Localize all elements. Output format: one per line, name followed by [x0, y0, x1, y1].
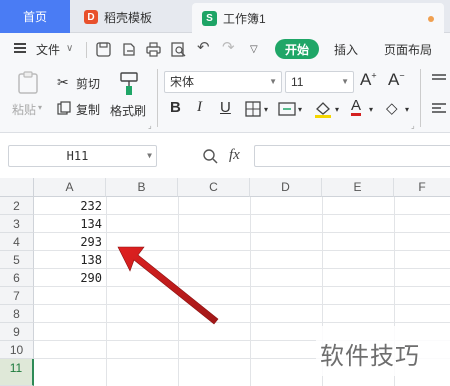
tab-workbook[interactable]: S 工作簿1	[192, 3, 444, 33]
format-painter-icon[interactable]	[118, 72, 140, 96]
row-header[interactable]: 7	[0, 287, 34, 305]
column-header-c[interactable]: C	[178, 178, 250, 197]
grid-line	[34, 322, 450, 323]
cut-button[interactable]: 剪切	[76, 75, 100, 92]
tab-start[interactable]: 开始	[275, 39, 319, 59]
watermark-text: 软件技巧	[320, 342, 420, 370]
export-icon[interactable]	[121, 42, 136, 57]
column-header-b[interactable]: B	[106, 178, 178, 197]
border-icon[interactable]	[245, 101, 261, 117]
row-header[interactable]: 10	[0, 341, 34, 359]
grid-line	[34, 304, 450, 305]
font-size-select[interactable]: 11 ▼	[285, 71, 354, 93]
print-icon[interactable]	[146, 42, 161, 57]
row-header[interactable]: 5	[0, 251, 34, 269]
merge-cells-icon[interactable]	[278, 101, 296, 117]
merge-dropdown-icon[interactable]: ▾	[298, 105, 302, 114]
clipboard-expand-icon[interactable]: ⌟	[148, 121, 152, 130]
tab-workbook-label: 工作簿1	[223, 11, 266, 26]
paste-icon[interactable]	[16, 71, 40, 95]
formula-bar: H11 ▼ fx	[0, 133, 450, 178]
undo-icon[interactable]: ↶	[197, 40, 210, 55]
menu-bar: 文件 ∨ ↶ ↷ ▽ 开始 插入 页面布局	[0, 33, 450, 65]
tab-docer[interactable]: D 稻壳模板	[72, 2, 190, 32]
print-preview-icon[interactable]	[171, 42, 186, 57]
ribbon-separator	[157, 69, 158, 127]
tab-page-layout[interactable]: 页面布局	[384, 41, 432, 58]
red-arrow-annotation	[117, 246, 219, 325]
chevron-down-icon: ▼	[269, 77, 277, 86]
tab-insert[interactable]: 插入	[334, 41, 358, 58]
row-header[interactable]: 6	[0, 269, 34, 287]
cut-icon[interactable]: ✂	[57, 74, 69, 91]
docer-logo-icon: D	[84, 10, 98, 24]
column-header-d[interactable]: D	[250, 178, 322, 197]
underline-button[interactable]: U	[220, 99, 231, 116]
spreadsheet-logo-icon: S	[202, 10, 217, 26]
tab-docer-label: 稻壳模板	[104, 10, 153, 25]
formula-input[interactable]	[254, 145, 450, 167]
font-expand-icon[interactable]: ⌟	[411, 121, 415, 130]
cell-a5[interactable]: 138	[34, 251, 106, 269]
cell-a4[interactable]: 293	[34, 233, 106, 251]
name-box[interactable]: H11 ▼	[8, 145, 157, 167]
tab-start-label: 开始	[284, 42, 309, 57]
paste-label[interactable]: 粘贴	[12, 101, 36, 118]
menu-hamburger-icon[interactable]	[14, 43, 26, 53]
chevron-down-icon[interactable]: ∨	[66, 42, 73, 56]
column-header-f[interactable]: F	[394, 178, 450, 197]
cell-a2[interactable]: 232	[34, 197, 106, 215]
clear-dropdown-icon[interactable]: ▾	[405, 105, 409, 114]
unsaved-dot-icon	[428, 16, 434, 22]
row-header[interactable]: 9	[0, 323, 34, 341]
row-header[interactable]: 3	[0, 215, 34, 233]
copy-button[interactable]: 复制	[76, 101, 100, 118]
chevron-down-icon: ▼	[147, 151, 152, 160]
name-box-value: H11	[66, 149, 89, 163]
copy-icon[interactable]	[57, 101, 71, 115]
italic-button[interactable]: I	[197, 99, 202, 116]
border-dropdown-icon[interactable]: ▾	[264, 105, 268, 114]
paste-dropdown-icon[interactable]: ▾	[38, 103, 42, 112]
cell-a6[interactable]: 290	[34, 269, 106, 287]
clear-format-icon[interactable]: ◇	[386, 99, 398, 117]
align-top-icon[interactable]	[432, 74, 448, 86]
tab-home[interactable]: 首页	[0, 0, 70, 33]
zoom-search-icon[interactable]	[202, 148, 218, 164]
menu-file[interactable]: 文件	[36, 41, 60, 58]
menu-separator	[86, 42, 87, 58]
save-icon[interactable]	[96, 42, 111, 57]
ribbon-separator	[420, 69, 421, 127]
font-color-dropdown-icon[interactable]: ▾	[369, 105, 373, 114]
font-name-value: 宋体	[170, 75, 195, 89]
cell-a3[interactable]: 134	[34, 215, 106, 233]
decrease-font-size-icon[interactable]: A−	[388, 70, 405, 90]
format-painter-button[interactable]: 格式刷	[110, 102, 146, 119]
column-header-e[interactable]: E	[322, 178, 394, 197]
tab-home-label: 首页	[22, 10, 47, 24]
align-left-icon[interactable]	[432, 103, 448, 115]
chevron-down-icon: ▼	[341, 77, 349, 86]
fill-color-dropdown-icon[interactable]: ▾	[335, 105, 339, 114]
row-header[interactable]: 8	[0, 305, 34, 323]
select-all-corner[interactable]	[0, 178, 34, 197]
font-name-select[interactable]: 宋体 ▼	[164, 71, 282, 93]
bold-button[interactable]: B	[170, 99, 181, 116]
font-color-button[interactable]: A	[351, 98, 362, 116]
quick-access-dropdown-icon[interactable]: ▽	[250, 43, 258, 57]
redo-icon[interactable]: ↷	[222, 40, 235, 55]
insert-function-icon[interactable]: fx	[229, 147, 240, 164]
column-header-a[interactable]: A	[34, 178, 106, 197]
row-header-active[interactable]: 11	[0, 359, 34, 386]
row-header[interactable]: 2	[0, 197, 34, 215]
fill-color-icon[interactable]	[314, 100, 332, 118]
row-header[interactable]: 4	[0, 233, 34, 251]
tab-bar: 首页 D 稻壳模板 S 工作簿1	[0, 0, 450, 33]
font-size-value: 11	[291, 75, 304, 89]
increase-font-size-icon[interactable]: A+	[360, 70, 377, 90]
ribbon-home: 粘贴 ▾ ✂ 剪切 复制 格式刷 ⌟ 宋体 ▼ 11 ▼ A+ A− B I U ▾…	[0, 65, 450, 133]
